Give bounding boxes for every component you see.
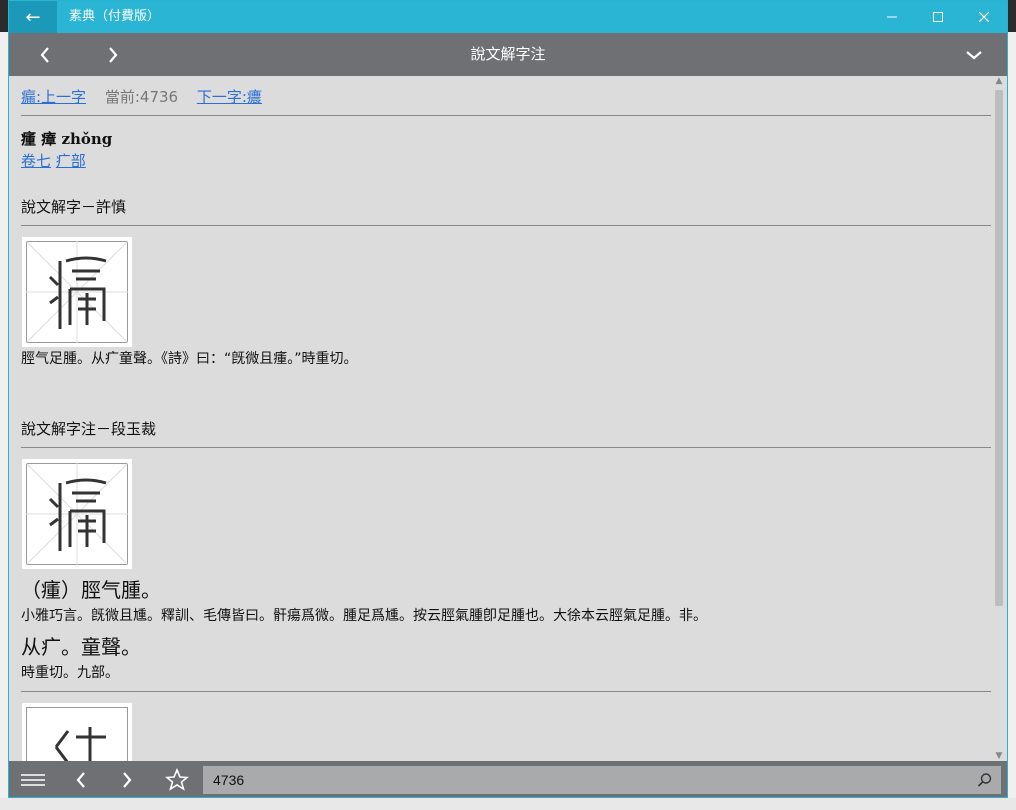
title-bar: ← 素典（付費版） xyxy=(9,1,1007,33)
divider xyxy=(21,447,993,448)
chevron-down-icon xyxy=(966,50,982,59)
dictionary-menu-button[interactable] xyxy=(954,33,994,76)
maximize-icon xyxy=(933,12,943,22)
history-forward-button[interactable] xyxy=(105,761,149,797)
back-button[interactable]: ← xyxy=(9,1,57,33)
app-window: ← 素典（付費版） 說文解字注 瘺:上一字 當前:4736 下一字:癑 瘇 瘴 … xyxy=(8,0,1008,798)
prev-char-link[interactable]: 瘺:上一字 xyxy=(21,88,86,106)
divider xyxy=(21,115,993,116)
desktop-bottom-edge xyxy=(0,798,1016,810)
nav-bar: 說文解字注 xyxy=(9,33,1007,76)
arrow-left-icon: ← xyxy=(25,6,41,28)
duan-phonetic: 从疒。童聲。 xyxy=(21,635,141,659)
duan-commentary: 小雅巧言。旣微且尰。釋訓、毛傳皆曰。骭瘍爲微。腫足爲尰。按云脛氣腫卽足腫也。大徐… xyxy=(21,608,707,624)
radical-link[interactable]: 疒部 xyxy=(56,152,86,170)
star-icon xyxy=(165,768,189,791)
scroll-up-icon[interactable]: ▲ xyxy=(991,76,1007,86)
seal-script-image xyxy=(21,458,133,570)
duan-reading: 時重切。九部。 xyxy=(21,665,119,681)
current-index: 當前:4736 xyxy=(104,88,179,106)
menu-button[interactable] xyxy=(11,761,55,797)
content-scrollbar[interactable]: ▲ ▼ xyxy=(991,76,1007,761)
minimize-button[interactable] xyxy=(869,1,915,33)
history-back-button[interactable] xyxy=(59,761,103,797)
section-title-xushen: 說文解字－許慎 xyxy=(21,198,127,216)
desktop-left-edge xyxy=(0,32,8,810)
bottom-toolbar xyxy=(9,761,1007,797)
seal-script-image xyxy=(21,236,133,348)
hamburger-icon xyxy=(21,774,45,786)
search-input[interactable] xyxy=(203,766,1001,794)
minimize-icon xyxy=(887,16,897,18)
seal-script-image xyxy=(21,702,133,761)
xushen-definition: 脛气足腫。从疒童聲。《詩》曰：“旣微且瘇。”時重切。 xyxy=(21,351,358,367)
maximize-button[interactable] xyxy=(915,1,961,33)
window-title: 素典（付費版） xyxy=(69,9,161,24)
entry-content: 瘺:上一字 當前:4736 下一字:癑 瘇 瘴 zhǒng 卷七 疒部 說文解字… xyxy=(9,76,993,761)
favorite-button[interactable] xyxy=(155,761,199,797)
close-button[interactable] xyxy=(961,1,1007,33)
char-navigation: 瘺:上一字 當前:4736 下一字:癑 xyxy=(21,86,276,107)
close-icon xyxy=(979,12,989,22)
entry-heading: 瘇 瘴 zhǒng xyxy=(21,130,113,148)
scroll-down-icon[interactable]: ▼ xyxy=(991,751,1007,761)
search-icon[interactable] xyxy=(977,772,993,788)
scroll-thumb[interactable] xyxy=(995,90,1003,606)
entry-category: 卷七 疒部 xyxy=(21,150,86,171)
juan-link[interactable]: 卷七 xyxy=(21,152,51,170)
section-title-duanyucai: 說文解字注－段玉裁 xyxy=(21,420,157,438)
duan-headword-definition: （瘇）脛气腫。 xyxy=(21,578,161,602)
next-char-link[interactable]: 下一字:癑 xyxy=(197,88,262,106)
chevron-right-icon xyxy=(123,772,132,788)
chevron-left-icon xyxy=(76,772,85,788)
dictionary-title: 說文解字注 xyxy=(470,45,546,63)
window-controls xyxy=(869,1,1007,33)
divider xyxy=(21,225,993,226)
divider xyxy=(21,691,993,692)
